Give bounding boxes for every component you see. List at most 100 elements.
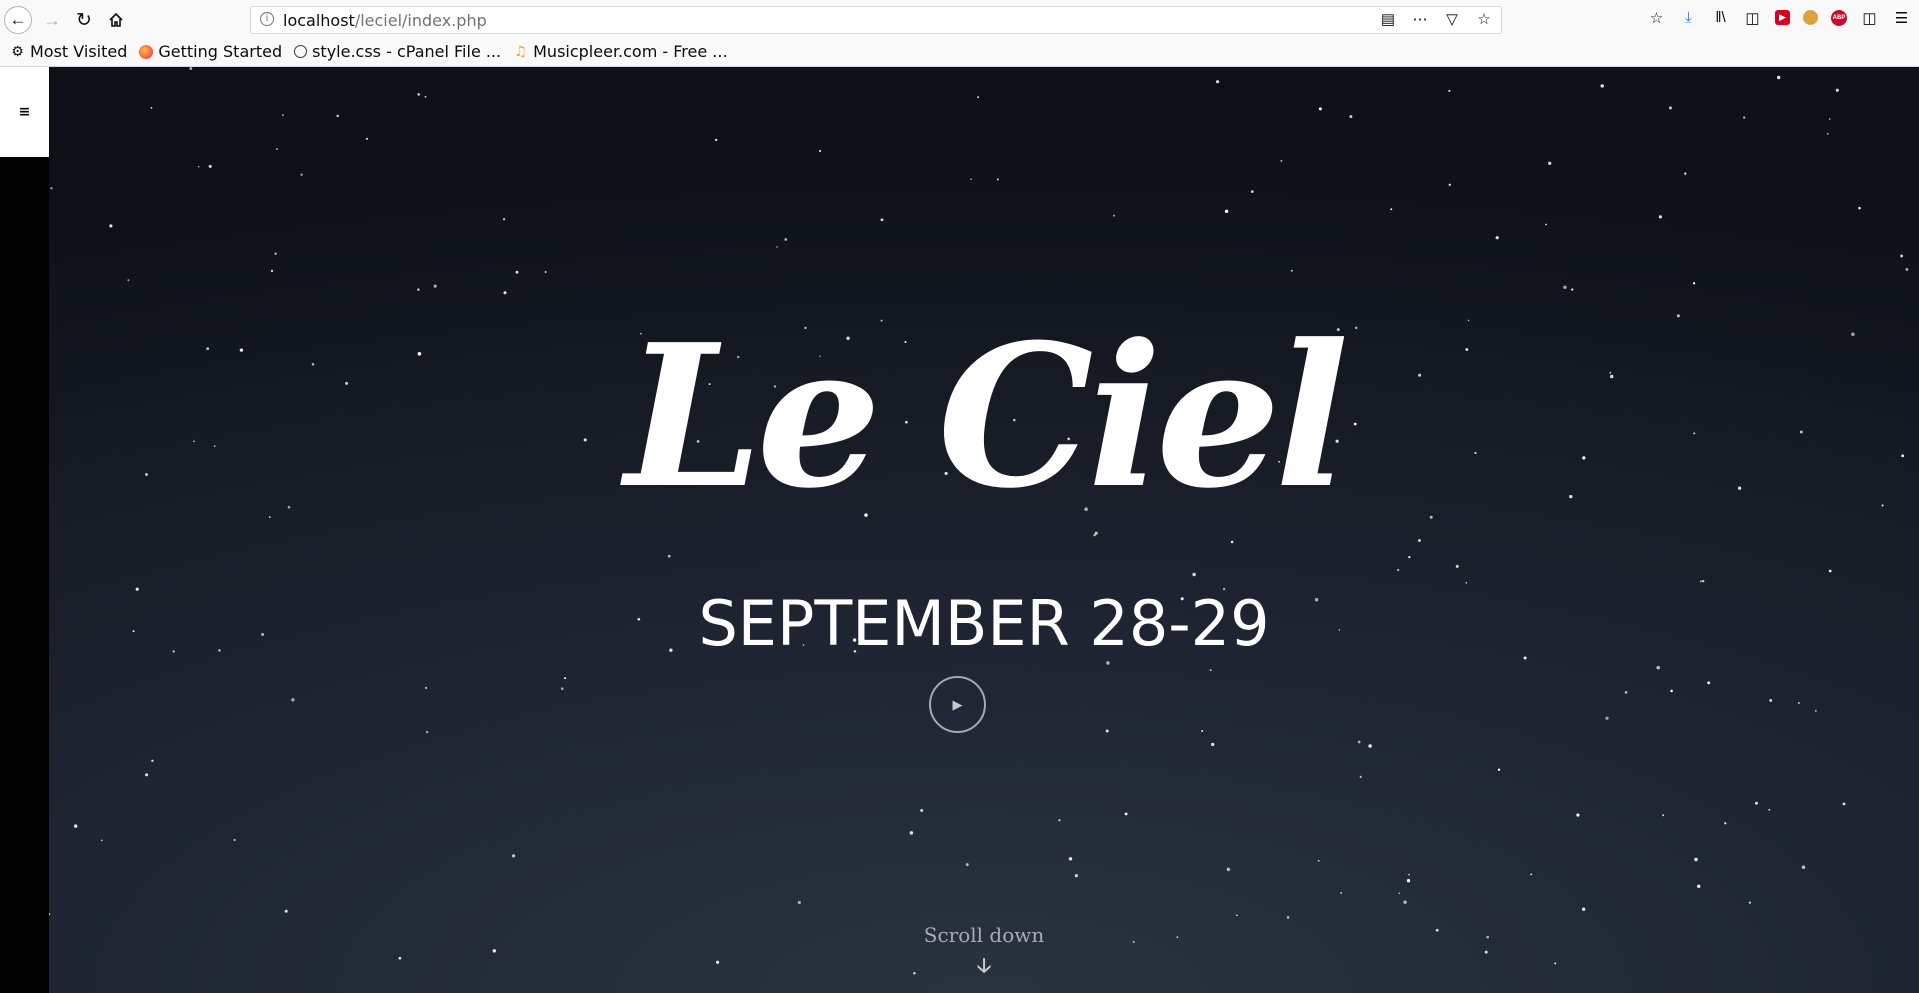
star [1814, 709, 1817, 712]
star [1776, 75, 1781, 80]
bookmark-most-visited[interactable]: ⚙ Most Visited [10, 42, 127, 61]
star [282, 114, 284, 116]
menu-toggle-button[interactable]: ≡ [0, 67, 49, 157]
arrow-down-icon[interactable]: 🡣 [49, 951, 1919, 985]
star [276, 148, 278, 150]
star [1408, 873, 1410, 876]
star [1251, 190, 1254, 193]
star-icon[interactable]: ☆ [1475, 10, 1493, 28]
star [965, 863, 969, 867]
hero-section: Le Ciel SEPTEMBER 28-29 ▶ Scroll down 🡣 [49, 67, 1919, 993]
bookmark-label: Getting Started [158, 42, 283, 61]
firefox-icon [139, 44, 154, 59]
star [417, 288, 420, 291]
star [1105, 729, 1109, 733]
adblock-icon[interactable]: ABP [1831, 9, 1847, 26]
bookmark-musicpleer[interactable]: ♫ Musicpleer.com - Free ... [513, 42, 727, 61]
star [189, 67, 193, 70]
monkey-icon[interactable] [1803, 10, 1818, 25]
star [1600, 84, 1604, 88]
star [1605, 716, 1609, 720]
star [1842, 802, 1846, 806]
play-button[interactable]: ▶ [929, 676, 986, 733]
bookmark-getting-started[interactable]: Getting Started [139, 42, 282, 61]
star [1495, 236, 1499, 240]
star [1576, 813, 1580, 817]
back-button[interactable]: ← [4, 6, 32, 34]
pocket-icon[interactable]: ▽ [1443, 10, 1461, 28]
arrow-left-icon: ← [9, 10, 27, 29]
star [1318, 107, 1322, 111]
star [73, 824, 78, 828]
star [1211, 742, 1215, 747]
bookmark-label: Most Visited [30, 42, 128, 61]
star [1068, 857, 1073, 861]
star [1124, 812, 1128, 816]
star [515, 270, 519, 274]
star [1797, 702, 1800, 704]
star [977, 96, 980, 99]
scroll-down-label[interactable]: Scroll down [49, 923, 1919, 947]
star [433, 284, 437, 288]
star [1676, 314, 1680, 318]
star [544, 270, 547, 274]
star [1530, 873, 1533, 876]
star [1547, 161, 1552, 166]
home-icon [109, 12, 123, 27]
star [1768, 808, 1771, 811]
star [1215, 80, 1220, 84]
star [909, 831, 914, 835]
clipboard-icon[interactable]: ◫ [1860, 8, 1879, 27]
star [151, 759, 154, 762]
star [996, 178, 999, 181]
star [145, 773, 149, 777]
star [1406, 879, 1411, 883]
url-bar[interactable]: i localhost/leciel/index.php ▤ ⋯ ▽ ☆ [250, 6, 1502, 34]
gear-icon: ⚙ [11, 43, 24, 60]
star [1106, 661, 1110, 665]
star [1201, 729, 1204, 732]
star [560, 687, 564, 690]
bookmark-label: Musicpleer.com - Free ... [533, 42, 728, 61]
star [1448, 89, 1451, 92]
left-sidebar: ≡ [0, 67, 49, 993]
star [1624, 691, 1628, 694]
star [1357, 740, 1361, 744]
play-icon: ▶ [952, 696, 963, 712]
bookmark-star-icon[interactable]: ☆ [1647, 8, 1666, 27]
star [50, 187, 53, 190]
home-button[interactable] [102, 6, 130, 34]
star [1670, 689, 1673, 693]
star [667, 554, 671, 558]
menu-icon[interactable]: ☰ [1892, 8, 1911, 27]
more-icon[interactable]: ⋯ [1411, 10, 1429, 28]
star [1209, 669, 1212, 671]
musicpleer-icon: ♫ [514, 43, 527, 60]
url-text[interactable]: localhost/leciel/index.php [283, 11, 487, 30]
reload-button[interactable]: ↻ [70, 6, 98, 34]
star [819, 149, 822, 153]
star [1390, 208, 1393, 211]
url-actions: ▤ ⋯ ▽ ☆ [1379, 10, 1493, 28]
arrow-right-icon: → [43, 9, 61, 30]
extension-red-icon[interactable]: ▶ [1775, 10, 1790, 25]
info-icon[interactable]: i [260, 12, 274, 26]
library-icon[interactable]: ‖\ [1711, 8, 1730, 27]
sidebar-icon[interactable]: ◫ [1743, 8, 1762, 27]
star [1905, 267, 1909, 271]
star [1656, 665, 1660, 670]
star [150, 106, 153, 109]
star [417, 93, 420, 96]
star [1408, 555, 1411, 559]
reader-view-icon[interactable]: ▤ [1379, 10, 1397, 28]
star [208, 164, 212, 168]
star [776, 246, 778, 248]
download-icon[interactable]: ⤓ [1679, 8, 1698, 27]
url-host: localhost [283, 11, 355, 30]
star [49, 913, 51, 916]
bookmark-style-css[interactable]: style.css - cPanel File ... [294, 42, 501, 61]
star [1724, 822, 1727, 825]
forward-button[interactable]: → [38, 6, 66, 34]
star [127, 279, 130, 282]
star [1417, 539, 1421, 542]
